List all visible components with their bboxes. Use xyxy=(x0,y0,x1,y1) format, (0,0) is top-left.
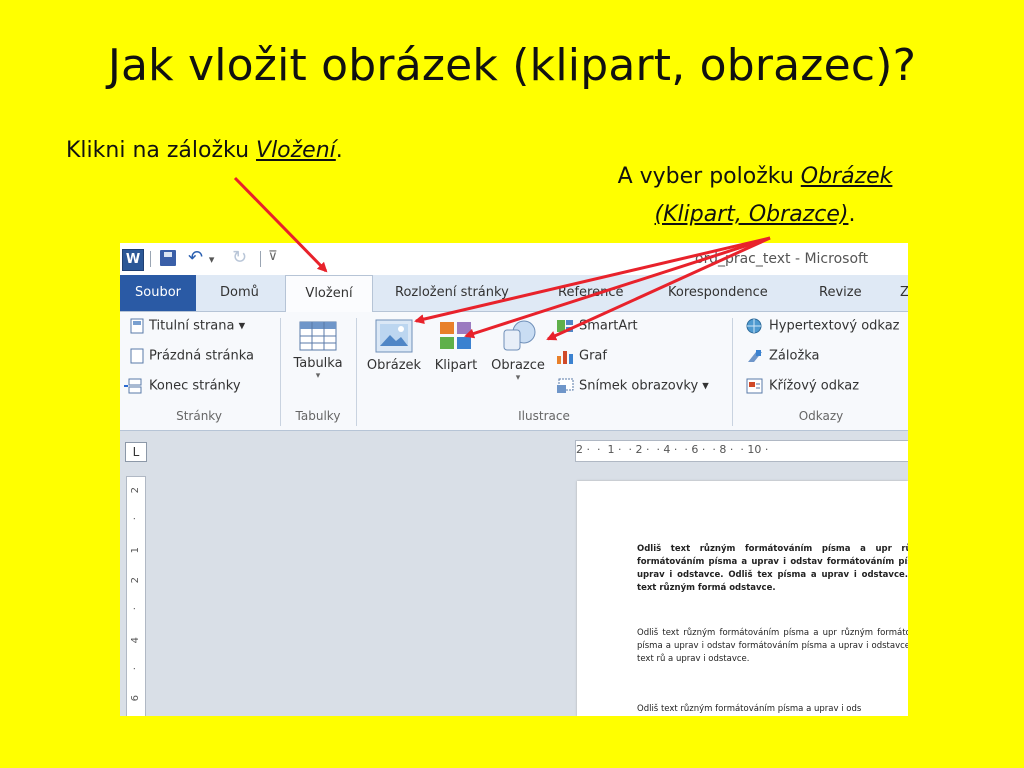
vruler-mark: 2 xyxy=(130,577,141,584)
vruler-mark: 4 xyxy=(130,637,141,644)
tab-mailings[interactable]: Korespondence xyxy=(668,275,768,311)
customize-toolbar-icon[interactable]: ⊽ xyxy=(268,249,278,264)
blank-page-icon xyxy=(130,348,144,364)
vruler-mark: 1 xyxy=(130,547,141,554)
vruler-mark: 2 xyxy=(130,487,141,494)
tab-more[interactable]: Z xyxy=(900,275,908,311)
picture-label: Obrázek xyxy=(366,358,422,373)
doc-paragraph: Odliš text různým formátováním písma a u… xyxy=(637,704,862,714)
doc-paragraph: Odliš text různým formátováním písma a u… xyxy=(637,628,908,664)
slide-title: Jak vložit obrázek (klipart, obrazec)? xyxy=(107,40,917,91)
page-break-label: Konec stránky xyxy=(149,378,241,394)
save-icon[interactable] xyxy=(160,250,176,266)
table-icon xyxy=(299,321,337,351)
vruler-mark: · xyxy=(130,517,141,521)
undo-icon[interactable]: ↶ ▾ xyxy=(188,247,214,268)
instruction-item-link-1: Obrázek xyxy=(800,164,893,189)
cover-page-label: Titulní strana ▾ xyxy=(149,318,246,334)
blank-page-button[interactable]: Prázdná stránka xyxy=(130,348,254,364)
instruction-item: A vyber položku Obrázek (Klipart, Obrazce… xyxy=(560,158,950,234)
vertical-ruler[interactable]: 2 · 1 2 · 4 · 6 xyxy=(126,476,146,716)
vruler-mark: 6 xyxy=(130,695,141,702)
tab-file[interactable]: Soubor xyxy=(120,275,196,311)
shapes-button[interactable]: Obrazce ▾ xyxy=(486,318,550,383)
globe-link-icon xyxy=(746,318,762,334)
instruction-item-link-2: (Klipart, Obrazce) xyxy=(654,202,849,227)
hyperlink-label: Hypertextový odkaz xyxy=(769,318,900,334)
cross-reference-label: Křížový odkaz xyxy=(769,378,860,394)
toolbar-divider xyxy=(150,251,151,267)
word-app-icon[interactable]: W xyxy=(122,249,144,271)
bookmark-label: Záložka xyxy=(769,348,820,364)
instruction-tab-end: . xyxy=(335,138,343,163)
blank-page-label: Prázdná stránka xyxy=(149,348,255,364)
clipart-icon xyxy=(440,322,471,349)
tab-home[interactable]: Domů xyxy=(220,275,259,311)
instruction-tab-link: Vložení xyxy=(256,138,336,163)
shapes-label: Obrazce xyxy=(491,358,545,373)
group-divider xyxy=(280,318,281,426)
tab-insert[interactable]: Vložení xyxy=(285,275,373,313)
document-workarea: L 2 · · 1 · · 2 · · 4 · · 6 · · 8 · · 10… xyxy=(120,431,908,716)
word-screenshot: W ↶ ▾ ↻ ⊽ ord_prac_text - Microsoft Soub… xyxy=(120,243,908,716)
instruction-tab: Klikni na záložku Vložení. xyxy=(66,138,343,163)
group-label-pages: Stránky xyxy=(176,409,222,423)
instruction-tab-text: Klikni na záložku xyxy=(66,138,257,163)
clipart-button[interactable]: Klipart xyxy=(428,318,484,373)
cover-page-button[interactable]: Titulní strana ▾ xyxy=(130,318,245,334)
toolbar-divider xyxy=(260,251,261,267)
document-page[interactable]: Odliš text různým formátováním písma a u… xyxy=(577,481,908,716)
chart-button[interactable]: Graf xyxy=(556,348,607,364)
picture-icon xyxy=(375,319,413,353)
chart-icon xyxy=(557,351,573,364)
ribbon-tabs: Soubor Domů Vložení Rozložení stránky Re… xyxy=(120,275,908,313)
redo-icon[interactable]: ↻ xyxy=(232,247,247,268)
hyperlink-button[interactable]: Hypertextový odkaz xyxy=(746,318,900,334)
group-divider xyxy=(732,318,733,426)
table-dropdown-icon: ▾ xyxy=(315,371,321,381)
group-divider xyxy=(356,318,357,426)
screenshot-icon xyxy=(557,378,574,393)
bookmark-button[interactable]: Záložka xyxy=(746,348,820,364)
instruction-item-end: . xyxy=(848,202,856,227)
tab-page-layout[interactable]: Rozložení stránky xyxy=(395,275,509,311)
bookmark-icon xyxy=(748,350,762,362)
screenshot-button[interactable]: Snímek obrazovky ▾ xyxy=(556,378,709,394)
screenshot-label: Snímek obrazovky ▾ xyxy=(579,378,709,394)
tab-review[interactable]: Revize xyxy=(819,275,862,311)
doc-paragraph: Odliš text různým formátováním písma a u… xyxy=(637,544,908,593)
chart-label: Graf xyxy=(579,348,607,364)
picture-button[interactable]: Obrázek xyxy=(362,318,426,373)
cover-page-icon xyxy=(130,318,144,334)
quick-access-toolbar: W ↶ ▾ ↻ ⊽ ord_prac_text - Microsoft xyxy=(120,243,908,275)
horizontal-ruler[interactable]: 2 · · 1 · · 2 · · 4 · · 6 · · 8 · · 10 · xyxy=(575,440,908,462)
group-label-illustrations: Ilustrace xyxy=(518,409,570,423)
vruler-mark: · xyxy=(130,667,141,671)
cross-reference-button[interactable]: Křížový odkaz xyxy=(746,378,859,394)
page-break-button[interactable]: Konec stránky xyxy=(124,378,241,394)
table-button[interactable]: Tabulka ▾ xyxy=(286,320,350,381)
group-label-links: Odkazy xyxy=(798,409,844,423)
group-label-tables: Tabulky xyxy=(295,409,341,423)
tab-selector[interactable]: L xyxy=(125,442,147,462)
smartart-icon xyxy=(557,320,573,332)
instruction-item-text: A vyber položku xyxy=(617,164,801,189)
shapes-dropdown-icon: ▾ xyxy=(515,373,521,383)
ribbon-insert: Titulní strana ▾ Prázdná stránka Konec s… xyxy=(120,312,908,431)
window-title: ord_prac_text - Microsoft xyxy=(695,251,869,267)
vruler-mark: · xyxy=(130,607,141,611)
smartart-button[interactable]: SmartArt xyxy=(556,318,638,334)
shapes-icon xyxy=(503,320,536,351)
table-label: Tabulka xyxy=(293,356,343,371)
tab-references[interactable]: Reference xyxy=(558,275,623,311)
cross-reference-icon xyxy=(746,378,763,394)
smartart-label: SmartArt xyxy=(579,318,638,334)
page-break-icon xyxy=(124,378,142,394)
clipart-label: Klipart xyxy=(434,358,478,373)
